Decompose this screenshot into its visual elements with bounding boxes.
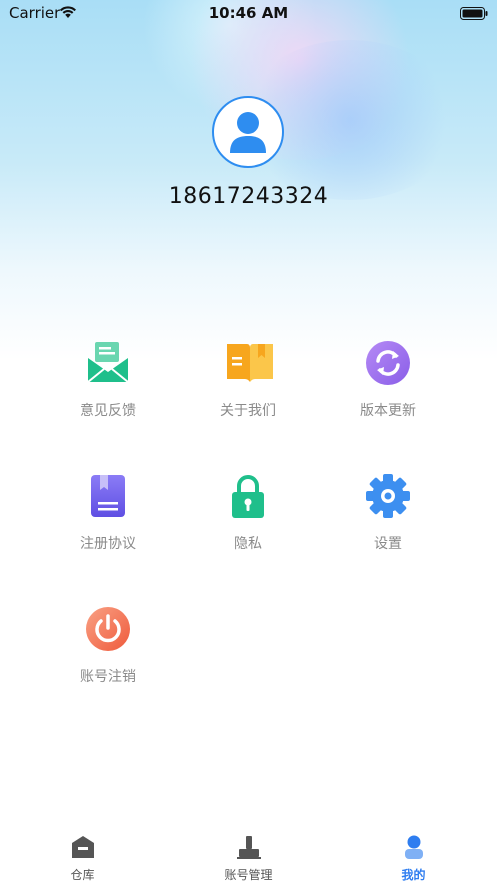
gear-icon <box>365 473 411 519</box>
tab-label: 仓库 <box>70 868 95 882</box>
menu-label: 账号注销 <box>80 669 136 685</box>
tab-account-management[interactable]: 账号管理 <box>166 826 331 883</box>
warehouse-icon <box>70 834 96 860</box>
user-icon <box>401 834 427 860</box>
menu-label: 关于我们 <box>220 403 276 419</box>
refresh-icon <box>365 340 411 386</box>
menu-label: 设置 <box>374 536 402 552</box>
menu-account-cancellation[interactable]: 账号注销 <box>38 606 178 716</box>
tab-label: 我的 <box>401 868 426 882</box>
power-icon <box>85 606 131 652</box>
document-icon <box>85 473 131 519</box>
menu-label: 隐私 <box>234 536 262 552</box>
menu-settings[interactable]: 设置 <box>318 473 458 583</box>
tab-warehouse[interactable]: 仓库 <box>0 826 165 883</box>
phone-number: 18617243324 <box>168 184 329 209</box>
status-bar: Carrier 10:46 AM <box>0 0 497 26</box>
menu-label: 意见反馈 <box>80 403 136 419</box>
menu-version-update[interactable]: 版本更新 <box>318 340 458 450</box>
menu-label: 注册协议 <box>80 536 136 552</box>
menu-feedback[interactable]: 意见反馈 <box>38 340 178 450</box>
header-background <box>0 0 497 360</box>
lock-icon <box>225 473 271 519</box>
book-icon <box>225 340 273 386</box>
avatar[interactable] <box>212 96 284 168</box>
tab-mine[interactable]: 我的 <box>331 826 496 883</box>
tab-label: 账号管理 <box>224 868 273 882</box>
menu-label: 版本更新 <box>360 403 416 419</box>
user-avatar-icon <box>230 112 266 153</box>
menu-privacy[interactable]: 隐私 <box>178 473 318 583</box>
battery-icon <box>460 5 488 24</box>
menu-registration-agreement[interactable]: 注册协议 <box>38 473 178 583</box>
mail-icon <box>85 340 131 386</box>
menu-about-us[interactable]: 关于我们 <box>178 340 318 450</box>
status-time: 10:46 AM <box>208 4 289 22</box>
tab-bar: 仓库 账号管理 我的 <box>0 826 497 883</box>
stamp-icon <box>236 834 262 860</box>
